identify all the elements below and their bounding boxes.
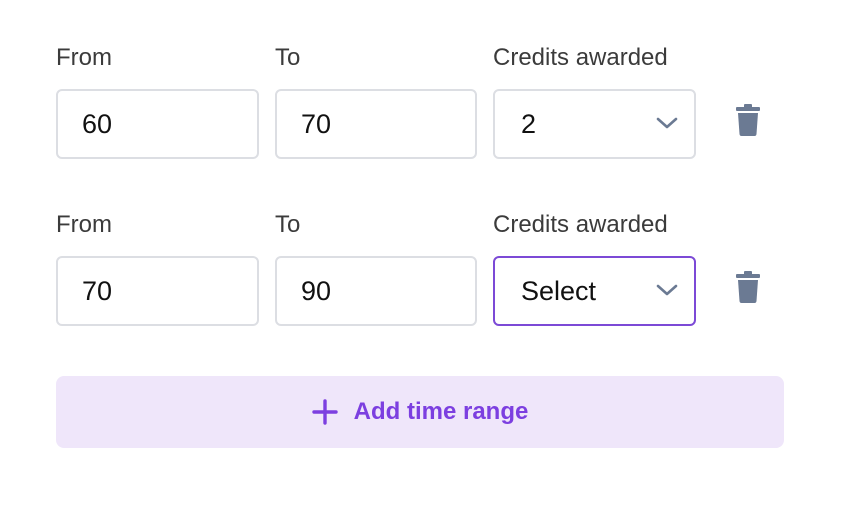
to-input[interactable]: 90 — [275, 256, 477, 326]
from-input[interactable]: 70 — [56, 256, 259, 326]
from-label: From — [56, 211, 112, 238]
credits-awarded-label: Credits awarded — [493, 44, 668, 71]
credits-select[interactable]: Select — [493, 256, 696, 326]
from-label: From — [56, 44, 112, 71]
credits-select-value: Select — [521, 276, 597, 306]
add-time-range-button[interactable]: Add time range — [56, 376, 784, 448]
credits-select[interactable]: 2 — [493, 89, 696, 159]
to-label: To — [275, 44, 301, 71]
time-range-row: From To Credits awarded 70 90 Select — [56, 203, 784, 333]
to-input[interactable]: 70 — [275, 89, 477, 159]
to-label: To — [275, 211, 301, 238]
plus-icon — [311, 399, 338, 425]
from-input[interactable]: 60 — [56, 89, 259, 159]
chevron-down-icon — [656, 117, 678, 129]
credits-awarded-label: Credits awarded — [493, 211, 668, 238]
chevron-down-icon — [656, 284, 678, 296]
time-range-row: From To Credits awarded 60 70 2 — [56, 36, 784, 166]
credits-select-value: 2 — [521, 109, 537, 139]
trash-icon[interactable] — [736, 104, 760, 136]
trash-icon[interactable] — [736, 271, 760, 303]
add-time-range-label: Add time range — [353, 398, 529, 425]
